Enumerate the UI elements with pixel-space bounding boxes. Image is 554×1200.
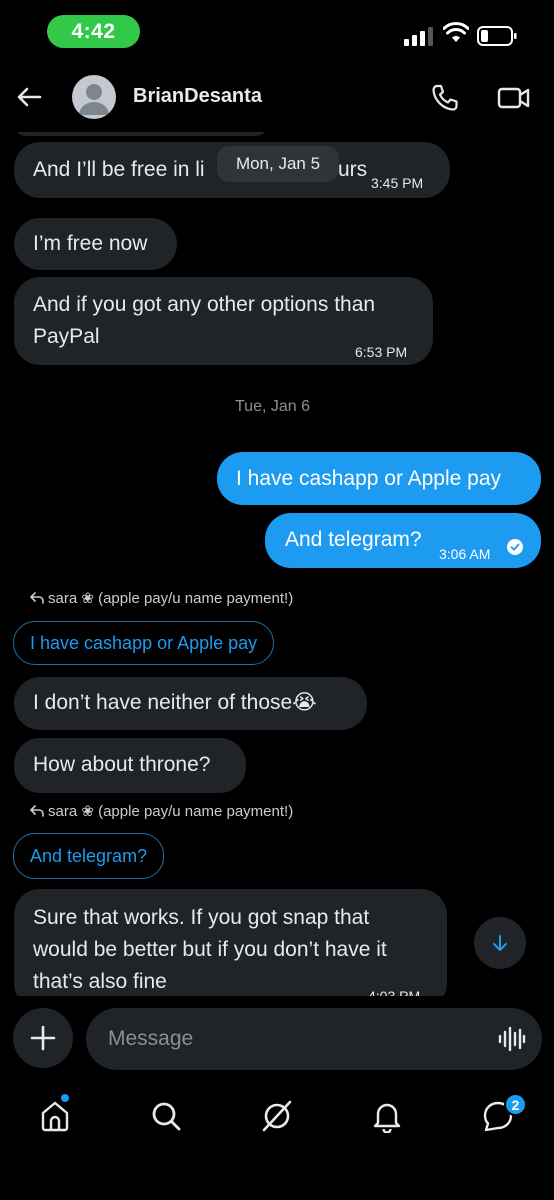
bell-icon <box>373 1103 401 1133</box>
message-text: And I’ll be free in li <box>33 158 205 181</box>
conversation-header: BrianDesanta <box>0 62 554 132</box>
floating-date-badge: Mon, Jan 5 <box>217 146 339 182</box>
message-text: I have cashapp or Apple pay <box>236 467 502 490</box>
default-avatar-icon <box>79 84 109 115</box>
scroll-to-bottom-button[interactable] <box>474 917 526 969</box>
quoted-message[interactable]: I have cashapp or Apple pay <box>13 621 275 665</box>
wifi-icon <box>443 22 469 42</box>
message-timestamp: 3:45 PM <box>371 175 424 191</box>
add-attachment-button[interactable] <box>13 1008 73 1068</box>
messages-count-badge: 2 <box>504 1093 527 1116</box>
message-bubble[interactable]: Sure that works. If you got snap that wo… <box>14 889 447 996</box>
reply-reference-label: sara ❀ (apple pay/u name payment!) <box>48 803 294 820</box>
reply-arrow-icon <box>30 805 44 817</box>
bottom-navigation <box>0 1086 554 1146</box>
message-timestamp: 6:53 PM <box>355 344 408 360</box>
reply-reference-label: sara ❀ (apple pay/u name payment!) <box>48 590 294 607</box>
message-text-line: Sure that works. If you got snap that <box>33 906 370 929</box>
message-input-container[interactable] <box>86 1008 542 1070</box>
message-text: I’m free now <box>33 232 148 255</box>
arrow-down-icon <box>493 935 507 951</box>
read-check-icon <box>507 539 523 555</box>
message-bubble-partial[interactable] <box>14 132 268 136</box>
message-text-line: would be better but if you don’t have it <box>33 938 387 961</box>
message-bubble[interactable]: I’m free now <box>14 218 177 270</box>
status-time: 4:42 <box>47 15 140 48</box>
message-text-tail: urs <box>338 158 368 181</box>
home-icon <box>41 1101 69 1132</box>
message-bubble[interactable]: How about throne? <box>14 738 246 793</box>
message-text-line: PayPal <box>33 325 100 348</box>
message-text: How about throne? <box>33 753 211 776</box>
cellular-signal-icon <box>404 27 433 46</box>
reply-reference: sara ❀ (apple pay/u name payment!) <box>30 802 293 820</box>
grok-slash-icon <box>262 1100 292 1132</box>
reply-reference: sara ❀ (apple pay/u name payment!) <box>30 589 293 607</box>
message-timestamp: 3:06 AM <box>439 546 491 562</box>
nav-search[interactable] <box>146 1096 186 1136</box>
phone-call-icon[interactable] <box>430 83 460 113</box>
message-text: I don’t have neither of those😭 <box>33 691 317 714</box>
avatar[interactable] <box>72 75 116 119</box>
message-list[interactable]: And I’ll be free in li urs 3:45 PM I’m f… <box>0 132 554 996</box>
message-input[interactable] <box>108 1008 478 1070</box>
reply-arrow-icon <box>30 592 44 604</box>
message-timestamp: 4:03 PM <box>368 988 421 996</box>
voice-message-icon[interactable] <box>498 1025 526 1053</box>
nav-notifications[interactable] <box>367 1096 407 1136</box>
nav-home[interactable] <box>35 1096 75 1136</box>
date-separator: Tue, Jan 6 <box>235 398 311 415</box>
message-text-line: And if you got any other options than <box>33 293 376 316</box>
search-icon <box>152 1102 181 1131</box>
nav-grok[interactable] <box>257 1096 297 1136</box>
outgoing-message-bubble[interactable]: And telegram? 3:06 AM <box>265 513 541 568</box>
quoted-message[interactable]: And telegram? <box>13 833 165 879</box>
plus-icon <box>30 1025 56 1051</box>
message-text-line: that’s also fine <box>33 970 167 993</box>
status-bar: 4:42 <box>0 0 554 62</box>
message-text: And telegram? <box>285 528 422 551</box>
contact-name[interactable]: BrianDesanta <box>133 85 262 108</box>
outgoing-message-bubble[interactable]: I have cashapp or Apple pay <box>217 452 541 505</box>
message-bubble[interactable]: And if you got any other options than Pa… <box>14 277 433 365</box>
message-bubble[interactable]: I don’t have neither of those😭 <box>14 677 367 730</box>
battery-icon <box>477 26 517 46</box>
video-call-icon[interactable] <box>497 83 531 113</box>
back-arrow-icon[interactable] <box>14 82 44 112</box>
message-composer <box>0 1006 554 1076</box>
home-notification-dot <box>61 1094 69 1102</box>
